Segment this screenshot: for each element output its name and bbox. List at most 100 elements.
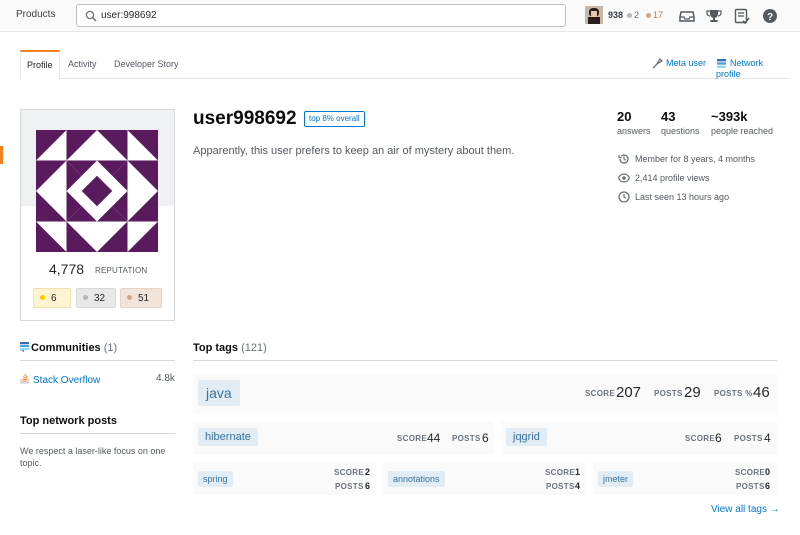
bronze-badge-box[interactable]: 51: [120, 288, 162, 308]
people-reached-count: ~393k: [711, 109, 748, 124]
top-tags-count: (121): [241, 342, 267, 354]
communities-title: Communities: [31, 342, 101, 354]
communities-divider: [20, 360, 175, 361]
tag-hibernate[interactable]: hibernate: [198, 428, 258, 446]
silver-count: 2: [634, 10, 640, 20]
tag-row-annotations: annotations SCORE 1 POSTS 4: [383, 462, 586, 495]
hibernate-score-label: SCORE: [397, 434, 427, 443]
tag-row-spring: spring SCORE 2 POSTS 6: [193, 462, 376, 495]
java-posts: 29: [684, 384, 701, 401]
questions-count[interactable]: 43: [661, 109, 675, 124]
stack-overflow-icon: [20, 373, 29, 384]
jqgrid-posts-label: POSTS: [734, 434, 763, 443]
community-stack-overflow[interactable]: Stack Overflow: [20, 373, 100, 386]
network-posts-empty-text: We respect a laser-like focus on one top…: [20, 446, 166, 468]
review-icon[interactable]: [734, 8, 750, 24]
reputation-value: 4,778: [49, 261, 85, 277]
jqgrid-posts: 4: [764, 431, 771, 445]
meta-icon: [652, 58, 664, 69]
achievements-icon[interactable]: [706, 8, 722, 24]
eye-icon: [618, 173, 630, 183]
search-box[interactable]: [76, 4, 566, 27]
annotations-score-label: SCORE: [545, 468, 575, 477]
top-tags-heading: Top tags (121): [193, 342, 267, 354]
communities-count: (1): [103, 342, 118, 354]
spring-score-label: SCORE: [334, 468, 364, 477]
topbar-reputation[interactable]: 938: [608, 10, 623, 20]
clock-icon: [618, 191, 630, 203]
tag-row-java: java SCORE 207 POSTS 29 POSTS % 46: [193, 373, 777, 413]
spring-posts-label: POSTS: [335, 482, 364, 491]
spring-score: 2: [365, 467, 371, 477]
stack-exchange-icon: [717, 59, 726, 69]
reputation-label: REPUTATION: [95, 266, 148, 275]
community-reputation: 4.8k: [156, 373, 175, 384]
questions-label: questions: [661, 126, 700, 136]
community-site-name: Stack Overflow: [33, 375, 101, 386]
member-for-text: Member for 8 years, 4 months: [635, 154, 756, 164]
tab-profile[interactable]: Profile: [20, 50, 60, 79]
about-text: Apparently, this user prefers to keep an…: [193, 145, 515, 157]
bronze-count: 17: [653, 10, 664, 20]
meta-user-link[interactable]: Meta user: [652, 58, 706, 69]
topbar-silver-badges[interactable]: 2: [627, 10, 639, 20]
jmeter-score: 0: [765, 467, 771, 477]
tag-row-jqgrid: jqgrid SCORE 6 POSTS 4: [501, 421, 777, 455]
jmeter-posts-label: POSTS: [736, 482, 765, 491]
spring-posts: 6: [365, 481, 371, 491]
tag-java[interactable]: java: [198, 380, 240, 406]
top-tags-divider: [193, 360, 777, 361]
hibernate-posts: 6: [482, 431, 489, 445]
tag-annotations[interactable]: annotations: [388, 471, 445, 487]
silver-badge-box[interactable]: 32: [76, 288, 116, 308]
jqgrid-score-label: SCORE: [685, 434, 715, 443]
topbar-bronze-badges[interactable]: 17: [646, 10, 663, 20]
user-avatar[interactable]: [585, 6, 603, 24]
tag-jqgrid[interactable]: jqgrid: [506, 428, 547, 446]
communities-heading: Communities (1): [20, 342, 117, 354]
tag-row-jmeter: jmeter SCORE 0 POSTS 6: [593, 462, 777, 495]
avatar-card: 4,778 REPUTATION 6 32 51: [20, 109, 175, 321]
avatar-image: [585, 6, 603, 24]
view-all-tags-link[interactable]: View all tags →: [711, 504, 780, 515]
silver-count: 32: [94, 293, 106, 304]
history-icon: [618, 154, 629, 164]
java-posts-pct: 46: [753, 384, 770, 401]
stack-exchange-icon: [20, 342, 29, 352]
network-posts-divider: [20, 433, 175, 434]
jqgrid-score: 6: [715, 431, 722, 445]
java-posts-label: POSTS: [654, 389, 683, 398]
annotations-posts-label: POSTS: [546, 482, 575, 491]
tag-spring[interactable]: spring: [198, 471, 233, 487]
top-tags-title: Top tags: [193, 342, 239, 354]
inbox-icon[interactable]: [679, 8, 695, 24]
answers-label: answers: [617, 126, 651, 136]
hibernate-posts-label: POSTS: [452, 434, 481, 443]
tag-row-hibernate: hibernate SCORE 44 POSTS 6: [193, 421, 494, 455]
help-icon[interactable]: ?: [762, 8, 778, 24]
annotations-posts: 4: [575, 481, 581, 491]
gold-badge-box[interactable]: 6: [33, 288, 71, 308]
bronze-badge-icon: [127, 294, 132, 300]
bronze-badge-icon: [646, 13, 651, 19]
top-percent-badge[interactable]: top 8% overall: [304, 111, 365, 127]
identicon-avatar[interactable]: [36, 130, 158, 252]
java-score: 207: [616, 384, 642, 401]
search-input[interactable]: [101, 8, 556, 23]
products-menu[interactable]: Products: [16, 9, 55, 20]
tab-activity[interactable]: Activity: [68, 50, 97, 79]
profile-views-text: 2,414 profile views: [635, 173, 710, 183]
silver-badge-icon: [627, 13, 632, 19]
network-posts-heading: Top network posts: [20, 415, 117, 427]
jmeter-score-label: SCORE: [735, 468, 765, 477]
tab-developer-story[interactable]: Developer Story: [114, 50, 179, 79]
tag-jmeter[interactable]: jmeter: [598, 471, 634, 487]
page-title: user998692: [193, 108, 297, 129]
answers-count[interactable]: 20: [617, 109, 631, 124]
profile-tabs: Profile Activity Developer Story Meta us…: [20, 50, 790, 79]
hibernate-score: 44: [427, 431, 441, 445]
network-profile-link[interactable]: Network profile: [716, 58, 790, 79]
java-score-label: SCORE: [585, 389, 615, 398]
bronze-count: 51: [138, 293, 150, 304]
annotations-score: 1: [575, 467, 581, 477]
